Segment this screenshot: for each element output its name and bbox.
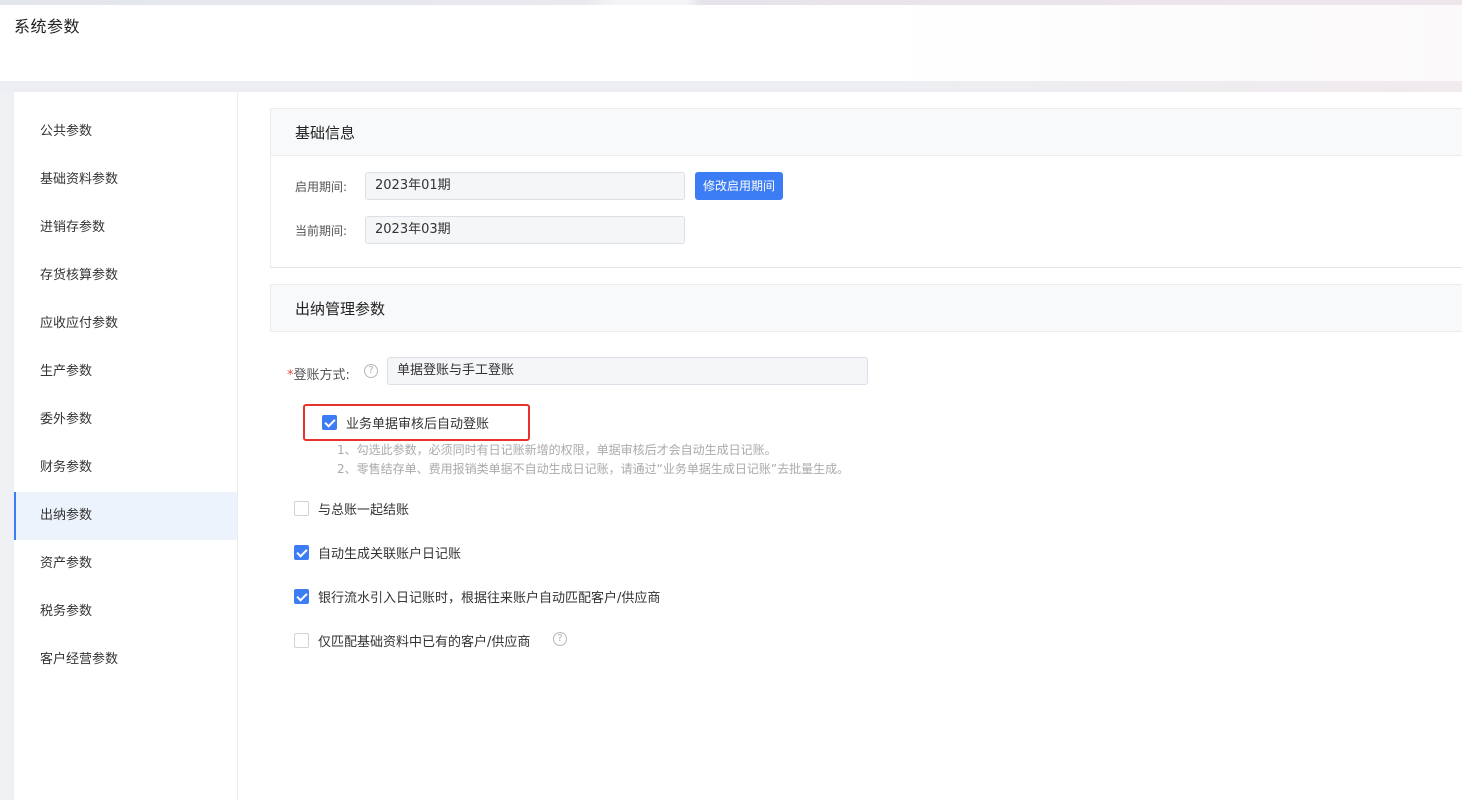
match-existing-only-checkbox[interactable] bbox=[294, 633, 309, 648]
cashier-params-header: 出纳管理参数 bbox=[270, 284, 1462, 332]
sidebar-item-assets[interactable]: 资产参数 bbox=[14, 540, 237, 588]
page-header: 系统参数 bbox=[0, 5, 1462, 81]
posting-method-help-icon[interactable]: ? bbox=[364, 364, 378, 378]
sidebar-item-inventory-sales[interactable]: 进销存参数 bbox=[14, 204, 237, 252]
auto-linked-journal-checkbox[interactable] bbox=[294, 545, 309, 560]
sidebar-item-cashier[interactable]: 出纳参数 bbox=[14, 492, 237, 540]
posting-method-label: 登账方式: bbox=[293, 368, 350, 383]
sidebar-item-outsourcing[interactable]: 委外参数 bbox=[14, 396, 237, 444]
current-period-label: 当前期间: bbox=[295, 224, 348, 238]
sidebar: 公共参数 基础资料参数 进销存参数 存货核算参数 应收应付参数 生产参数 委外参… bbox=[14, 92, 238, 800]
sidebar-item-receivable-payable[interactable]: 应收应付参数 bbox=[14, 300, 237, 348]
note-line-1: 1、勾选此参数，必须同时有日记账新增的权限，单据审核后才会自动生成日记账。 bbox=[337, 443, 777, 457]
auto-post-checkbox[interactable] bbox=[322, 415, 337, 430]
close-with-gl-label: 与总账一起结账 bbox=[318, 503, 410, 518]
close-with-gl-checkbox[interactable] bbox=[294, 501, 309, 516]
auto-post-label: 业务单据审核后自动登账 bbox=[346, 417, 490, 432]
sidebar-item-finance[interactable]: 财务参数 bbox=[14, 444, 237, 492]
bank-flow-match-label: 银行流水引入日记账时，根据往来账户自动匹配客户/供应商 bbox=[318, 591, 661, 606]
posting-method-select[interactable]: 单据登账与手工登账 bbox=[387, 357, 868, 385]
sidebar-item-basic-data[interactable]: 基础资料参数 bbox=[14, 156, 237, 204]
basic-info-header: 基础信息 bbox=[270, 108, 1462, 156]
start-period-field: 2023年01期 bbox=[365, 172, 685, 200]
match-existing-only-label: 仅匹配基础资料中已有的客户/供应商 bbox=[318, 635, 531, 650]
start-period-label: 启用期间: bbox=[295, 180, 348, 194]
page-title: 系统参数 bbox=[14, 17, 81, 36]
sidebar-item-production[interactable]: 生产参数 bbox=[14, 348, 237, 396]
match-existing-only-help-icon[interactable]: ? bbox=[553, 632, 567, 646]
bank-flow-match-checkbox[interactable] bbox=[294, 589, 309, 604]
sidebar-item-public[interactable]: 公共参数 bbox=[14, 108, 237, 156]
header-divider-band bbox=[0, 81, 1462, 92]
current-period-field: 2023年03期 bbox=[365, 216, 685, 244]
basic-info-body: 启用期间: 2023年01期 修改启用期间 当前期间: 2023年03期 bbox=[270, 156, 1462, 268]
note-line-2: 2、零售结存单、费用报销类单据不自动生成日记账，请通过“业务单据生成日记账”去批… bbox=[337, 462, 850, 476]
sidebar-item-inventory-accounting[interactable]: 存货核算参数 bbox=[14, 252, 237, 300]
posting-method-label-wrap: *登账方式: bbox=[287, 364, 350, 383]
sidebar-item-tax[interactable]: 税务参数 bbox=[14, 588, 237, 636]
change-start-period-button[interactable]: 修改启用期间 bbox=[695, 172, 784, 200]
auto-linked-journal-label: 自动生成关联账户日记账 bbox=[318, 547, 462, 562]
sidebar-item-customer-operations[interactable]: 客户经营参数 bbox=[14, 636, 237, 684]
